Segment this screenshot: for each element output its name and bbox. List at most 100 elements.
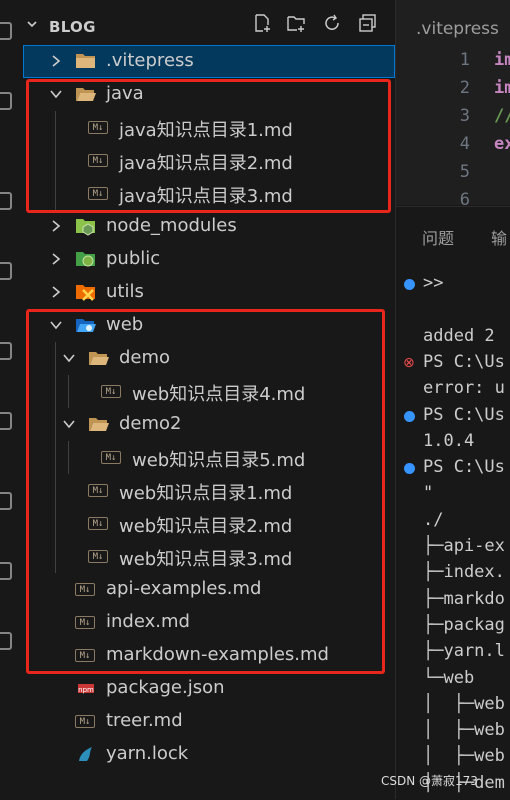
tree-item-label: web知识点目录3.md — [119, 549, 293, 570]
code-line[interactable]: // — [494, 106, 510, 126]
tab-problems[interactable]: 问题 — [422, 225, 454, 249]
tree-item-label: web知识点目录5.md — [132, 450, 306, 471]
tree-file-row[interactable]: M↓ java知识点目录3.md — [23, 177, 395, 210]
tree-folder-row[interactable]: node_modules — [23, 210, 395, 243]
tree-file-row[interactable]: M↓ index.md — [23, 606, 395, 639]
tree-file-row[interactable]: M↓ api-examples.md — [23, 573, 395, 606]
tree-file-row[interactable]: M↓ web知识点目录3.md — [23, 540, 395, 573]
tree-item-label: demo2 — [119, 413, 182, 434]
tree-file-row[interactable]: M↓ web知识点目录2.md — [23, 507, 395, 540]
tree-folder-row[interactable]: .vitepress — [23, 45, 395, 78]
settings-activity-icon[interactable] — [0, 632, 12, 650]
yarn-file-icon — [79, 747, 92, 761]
terminal-line: │ ├─web — [423, 720, 505, 741]
chevron-down-icon[interactable] — [27, 19, 37, 29]
chevron-down-icon[interactable] — [49, 87, 63, 101]
chevron-down-icon[interactable] — [49, 318, 63, 332]
code-line[interactable]: ex — [494, 134, 510, 154]
tree-folder-row[interactable]: demo — [23, 342, 395, 375]
tree-item-label: web知识点目录1.md — [119, 483, 293, 504]
code-line[interactable]: im — [494, 78, 510, 98]
tree-folder-row[interactable]: web — [23, 309, 395, 342]
chevron-right-icon[interactable] — [49, 54, 63, 68]
remote-activity-icon[interactable] — [0, 412, 12, 430]
terminal-line: ./ — [423, 509, 444, 530]
terminal-line: ├─markdo — [423, 588, 505, 609]
web-folder-icon — [76, 319, 96, 332]
tree-file-row[interactable]: M↓ java知识点目录2.md — [23, 144, 395, 177]
terminal-line: 1.0.4 — [423, 430, 475, 451]
tree-folder-row[interactable]: public — [23, 243, 395, 276]
bottom-panel: 问题 输 >> added 2 PS C:\Us ⊗ error: u PS C:\Us 1… — [396, 206, 510, 800]
chevron-right-icon[interactable] — [49, 219, 63, 233]
chevron-down-icon[interactable] — [62, 351, 76, 365]
tree-file-row[interactable]: M↓ web知识点目录1.md — [23, 474, 395, 507]
extensions-activity-icon[interactable] — [0, 342, 12, 360]
command-success-dot-icon[interactable] — [404, 410, 415, 422]
line-number: 1 — [459, 50, 470, 70]
new-folder-icon[interactable] — [287, 14, 305, 32]
tree-file-row[interactable]: M↓ markdown-examples.md — [23, 639, 395, 672]
terminal-line: >> — [423, 273, 444, 293]
explorer-header: BLOG — [23, 0, 395, 40]
node-folder-icon — [76, 219, 95, 236]
tree-item-label: markdown-examples.md — [106, 644, 329, 665]
terminal-line: added 2 — [423, 325, 495, 346]
tree-file-row[interactable]: M↓ treer.md — [23, 705, 395, 738]
source-control-activity-icon[interactable] — [0, 192, 12, 210]
terminal-line: ├─index. — [423, 562, 505, 583]
open-folder-icon — [89, 352, 109, 365]
tree-folder-row[interactable]: java — [23, 78, 395, 111]
chevron-down-icon[interactable] — [62, 417, 76, 431]
indent-guide — [68, 441, 69, 474]
tree-item-label: yarn.lock — [106, 743, 189, 764]
account-activity-icon[interactable] — [0, 562, 12, 580]
markdown-file-icon: M↓ — [88, 484, 108, 497]
explorer-activity-icon[interactable] — [0, 22, 12, 40]
tab-output[interactable]: 输 — [491, 225, 507, 249]
tree-item-label: java知识点目录3.md — [119, 186, 293, 207]
tree-item-label: java知识点目录2.md — [119, 153, 293, 174]
indent-guide — [68, 375, 69, 408]
command-success-dot-icon[interactable] — [404, 463, 415, 475]
terminal-line: ├─api-ex — [423, 536, 505, 556]
tree-file-row[interactable]: M↓ java知识点目录1.md — [23, 111, 395, 144]
new-file-icon[interactable] — [253, 14, 271, 32]
indent-guide — [55, 474, 56, 507]
line-number: 5 — [459, 162, 470, 182]
workspace-title[interactable]: BLOG — [49, 18, 96, 36]
tree-file-row[interactable]: yarn.lock — [23, 738, 395, 771]
tree-item-label: web — [106, 314, 144, 335]
tree-item-label: utils — [106, 281, 144, 302]
indent-guide — [55, 144, 56, 177]
code-line[interactable]: im — [494, 50, 510, 70]
run-debug-activity-icon[interactable] — [0, 262, 12, 280]
tree-item-label: package.json — [106, 677, 225, 698]
tree-folder-row[interactable]: demo2 — [23, 408, 395, 441]
tree-folder-row[interactable]: utils — [23, 276, 395, 309]
markdown-file-icon: M↓ — [101, 451, 121, 464]
chevron-right-icon[interactable] — [49, 252, 63, 266]
command-error-icon[interactable]: ⊗ — [403, 356, 415, 370]
markdown-file-icon: M↓ — [88, 121, 108, 134]
tree-item-label: node_modules — [106, 215, 237, 236]
testing-activity-icon[interactable] — [0, 492, 12, 510]
svg-text:npm: npm — [78, 686, 94, 694]
search-activity-icon[interactable] — [0, 92, 12, 110]
indent-guide — [55, 408, 56, 441]
collapse-all-icon[interactable] — [359, 14, 377, 32]
tree-file-row[interactable]: npm package.json — [23, 672, 395, 705]
tree-item-label: web知识点目录2.md — [119, 516, 293, 537]
tree-file-row[interactable]: M↓ web知识点目录4.md — [23, 375, 395, 408]
indent-guide — [55, 375, 56, 408]
utils-folder-icon — [76, 285, 95, 301]
terminal-line: PS C:\Us — [423, 351, 505, 372]
refresh-icon[interactable] — [323, 14, 341, 32]
line-number: 2 — [459, 78, 470, 98]
terminal-line: │ ├─web — [423, 746, 505, 767]
chevron-right-icon[interactable] — [49, 285, 63, 299]
open-folder-icon — [76, 88, 96, 101]
command-success-dot-icon[interactable] — [404, 279, 415, 290]
tree-file-row[interactable]: M↓ web知识点目录5.md — [23, 441, 395, 474]
editor-breadcrumb[interactable]: .vitepress — [416, 19, 499, 39]
